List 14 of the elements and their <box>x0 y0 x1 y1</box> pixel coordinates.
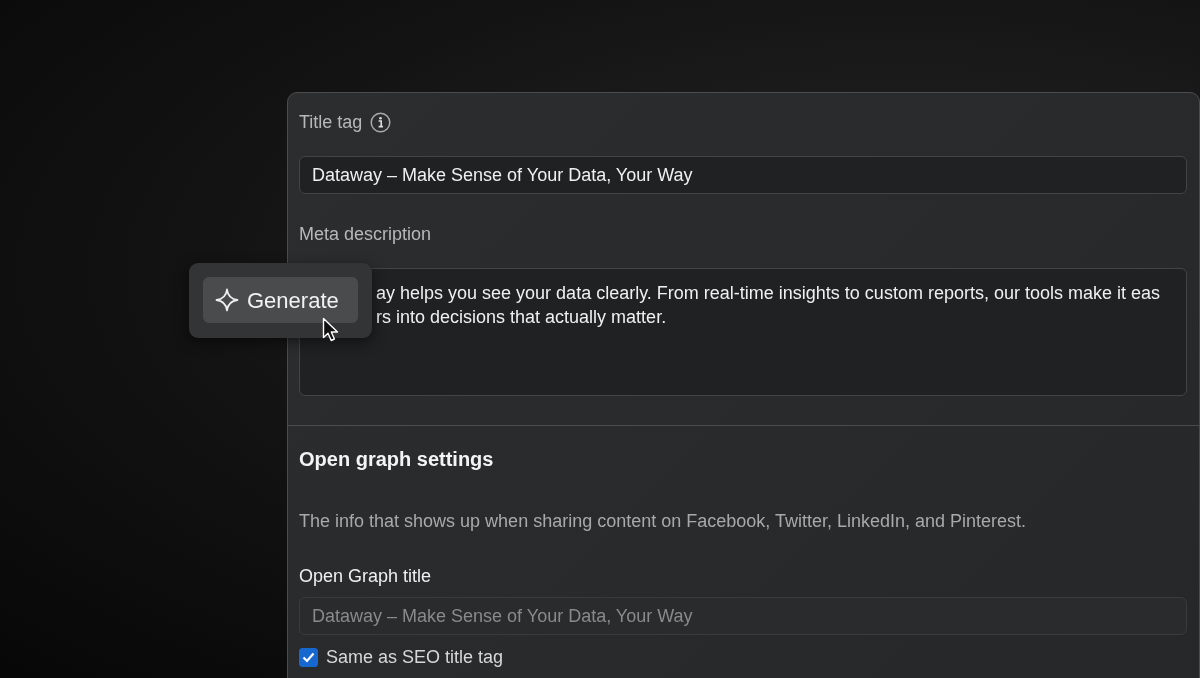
sparkle-icon <box>215 288 239 312</box>
description-text: ay helps you see your data clearly. From real-time insights to custom reports, our tools make it eas <box>376 283 1160 303</box>
checkbox-label[interactable]: Same as SEO title tag <box>326 644 504 671</box>
section-heading: Open graph settings <box>299 447 495 472</box>
field-label: Open Graph title <box>299 565 433 588</box>
title-tag-field[interactable]: Dataway – Make Sense of Your Data, Your Way <box>299 156 1187 194</box>
generate-button[interactable]: Generate <box>203 277 358 323</box>
info-icon[interactable] <box>370 112 392 133</box>
field-label: Title tag <box>299 111 363 134</box>
section-description: The info that shows up when sharing content on Facebook, Twitter, LinkedIn, and Pinterest. <box>299 510 1028 533</box>
field-label: Meta description <box>299 223 433 246</box>
description-text: rs into decisions that actually matter. <box>376 307 667 327</box>
cursor-icon <box>322 317 340 343</box>
checkbox[interactable] <box>299 648 318 667</box>
